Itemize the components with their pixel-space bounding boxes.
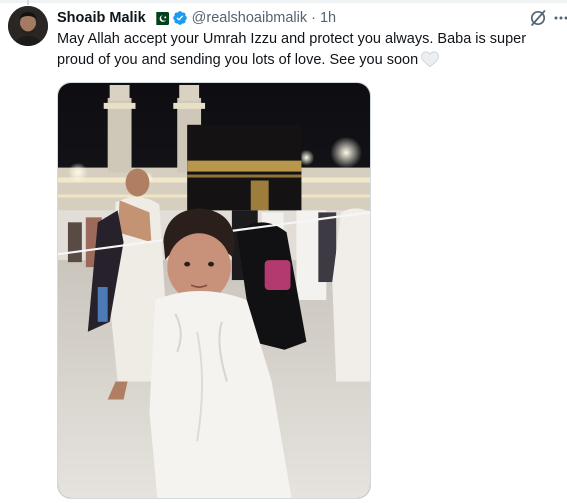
more-options-icon[interactable] [553,8,567,28]
tweet-photo[interactable] [57,82,371,499]
tweet-timestamp[interactable]: 1h [320,10,336,26]
top-divider [0,0,567,3]
thread-connector-line [27,0,29,5]
grok-icon[interactable] [528,8,548,28]
white-heart-icon [420,50,440,68]
pakistan-flag-icon [151,11,169,25]
avatar[interactable] [8,6,48,46]
verified-badge-icon [172,10,188,26]
author-name[interactable]: Shoaib Malik [57,10,146,26]
tweet-text-content: May Allah accept your Umrah Izzu and pro… [57,31,527,68]
tweet-text: May Allah accept your Umrah Izzu and pro… [57,29,547,71]
tweet-header: Shoaib Malik @realshoaibmalik · 1h [57,8,336,28]
separator-dot: · [311,10,316,26]
author-handle[interactable]: @realshoaibmalik [192,10,307,26]
